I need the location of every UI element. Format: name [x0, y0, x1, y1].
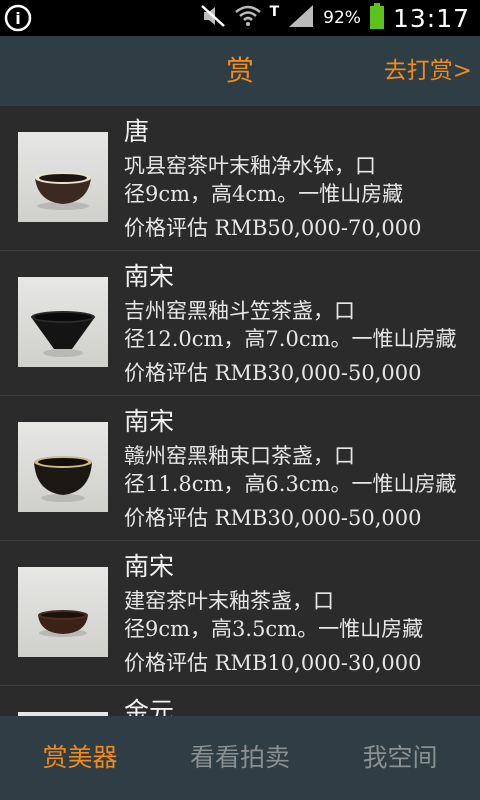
artwork-thumbnail [18, 132, 108, 222]
item-price: 价格评估 RMB10,000-30,000 [124, 651, 422, 675]
item-dynasty: 金元 [124, 697, 175, 716]
list-item[interactable]: 南宋 赣州窑黑釉束口茶盏，口 径11.8cm，高6.3cm。一惟山房藏 价格评估… [0, 396, 480, 541]
item-description-line2: 径9cm，高4cm。一惟山房藏 [124, 182, 404, 206]
item-description: 吉州窑黑釉斗笠茶盏，口 [124, 299, 355, 323]
network-t-icon: T [269, 4, 280, 20]
item-description: 赣州窑黑釉束口茶盏，口 [124, 444, 355, 468]
item-description: 建窑茶叶末釉茶盏，口 [124, 589, 334, 613]
wifi-icon [234, 4, 262, 32]
list-item[interactable]: 唐 巩县窑茶叶末釉净水钵，口 径9cm，高4cm。一惟山房藏 价格评估 RMB5… [0, 106, 480, 251]
notification-icon: i [4, 4, 32, 32]
mute-icon [200, 3, 226, 33]
artwork-thumbnail [18, 567, 108, 657]
battery-icon [369, 2, 385, 34]
item-price: 价格评估 RMB30,000-50,000 [124, 506, 422, 530]
item-description-line2: 径11.8cm，高6.3cm。一惟山房藏 [124, 472, 457, 496]
tab-appreciate[interactable]: 赏美器 [0, 716, 160, 800]
item-price: 价格评估 RMB30,000-50,000 [124, 361, 422, 385]
item-dynasty: 唐 [124, 117, 150, 146]
tab-my-space[interactable]: 我空间 [320, 716, 480, 800]
artwork-thumbnail [18, 422, 108, 512]
item-description-line2: 径12.0cm，高7.0cm。一惟山房藏 [124, 327, 457, 351]
artwork-thumbnail [18, 277, 108, 367]
tab-auction[interactable]: 看看拍卖 [160, 716, 320, 800]
item-description: 巩县窑茶叶末釉净水钵，口 [124, 154, 376, 178]
artwork-list[interactable]: 唐 巩县窑茶叶末釉净水钵，口 径9cm，高4cm。一惟山房藏 价格评估 RMB5… [0, 106, 480, 716]
battery-percent: 92% [323, 8, 361, 28]
status-bar: i T 92% 13:17 [0, 0, 480, 36]
item-dynasty: 南宋 [124, 552, 175, 581]
svg-text:i: i [15, 9, 20, 28]
list-item[interactable]: 南宋 吉州窑黑釉斗笠茶盏，口 径12.0cm，高7.0cm。一惟山房藏 价格评估… [0, 251, 480, 396]
clock: 13:17 [392, 3, 470, 33]
item-description-line2: 径9cm，高3.5cm。一惟山房藏 [124, 617, 424, 641]
bottom-tab-bar: 赏美器 看看拍卖 我空间 [0, 716, 480, 800]
item-dynasty: 南宋 [124, 407, 175, 436]
list-item[interactable]: 金元 [0, 686, 480, 716]
item-dynasty: 南宋 [124, 262, 175, 291]
tip-button[interactable]: 去打赏> [384, 36, 472, 106]
list-item[interactable]: 南宋 建窑茶叶末釉茶盏，口 径9cm，高3.5cm。一惟山房藏 价格评估 RMB… [0, 541, 480, 686]
signal-icon [287, 3, 315, 33]
app-header: 赏 去打赏> [0, 36, 480, 106]
item-price: 价格评估 RMB50,000-70,000 [124, 216, 422, 240]
